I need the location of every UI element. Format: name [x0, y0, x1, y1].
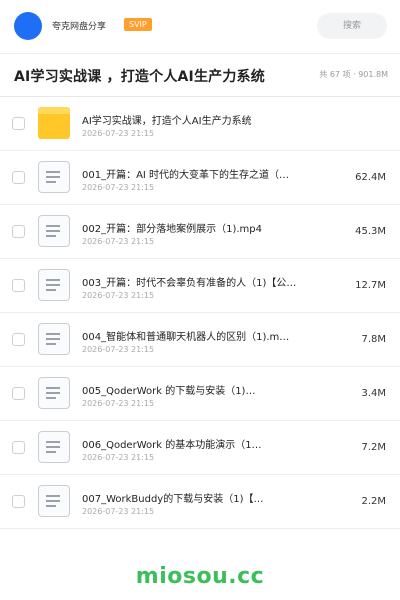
- document-icon: [38, 485, 70, 517]
- file-name: 006_QoderWork 的基本功能演示（1…: [82, 440, 262, 451]
- file-date: 2026-07-23 21:15: [82, 129, 155, 138]
- file-name: 001_开篇：AI 时代的大变革下的生存之道（…: [82, 170, 290, 181]
- svip-badge: SVIP: [124, 18, 152, 31]
- page-title: AI学习实战课 ，打造个人AI生产力系统: [14, 69, 265, 85]
- file-date: 2026-07-23 21:15: [82, 237, 155, 246]
- file-size: 7.8M: [361, 334, 386, 345]
- document-icon: [38, 215, 70, 247]
- list-item[interactable]: 004_智能体和普通聊天机器人的区别（1).m… 2026-07-23 21:1…: [0, 313, 400, 367]
- list-item[interactable]: 005_QoderWork 的下载与安装（1)… 2026-07-23 21:1…: [0, 367, 400, 421]
- document-icon: [38, 323, 70, 355]
- list-item[interactable]: 007_WorkBuddy的下载与安装（1)【… 2026-07-23 21:1…: [0, 475, 400, 529]
- file-list: AI学习实战课，打造个人AI生产力系统 2026-07-23 21:15 001…: [0, 97, 400, 529]
- list-item[interactable]: AI学习实战课，打造个人AI生产力系统 2026-07-23 21:15: [0, 97, 400, 151]
- file-date: 2026-07-23 21:15: [82, 507, 155, 516]
- file-size: 62.4M: [355, 172, 386, 183]
- checkbox[interactable]: [12, 117, 25, 130]
- checkbox[interactable]: [12, 171, 25, 184]
- avatar[interactable]: [14, 12, 42, 40]
- file-size: 2.2M: [361, 496, 386, 507]
- file-date: 2026-07-23 21:15: [82, 345, 155, 354]
- file-date: 2026-07-23 21:15: [82, 291, 155, 300]
- file-size: 45.3M: [355, 226, 386, 237]
- list-item[interactable]: 006_QoderWork 的基本功能演示（1… 2026-07-23 21:1…: [0, 421, 400, 475]
- file-date: 2026-07-23 21:15: [82, 453, 155, 462]
- checkbox[interactable]: [12, 333, 25, 346]
- watermark: miosou.cc: [135, 564, 265, 589]
- file-size: 12.7M: [355, 280, 386, 291]
- checkbox[interactable]: [12, 495, 25, 508]
- checkbox[interactable]: [12, 279, 25, 292]
- file-name: 005_QoderWork 的下载与安装（1)…: [82, 386, 256, 397]
- file-date: 2026-07-23 21:15: [82, 399, 155, 408]
- checkbox[interactable]: [12, 441, 25, 454]
- share-page: 夸克网盘分享 SVIP 搜索 AI学习实战课 ，打造个人AI生产力系统 共 67…: [0, 0, 400, 600]
- file-name: 002_开篇：部分落地案例展示（1).mp4: [82, 224, 262, 235]
- document-icon: [38, 269, 70, 301]
- list-item[interactable]: 003_开篇：时代不会辜负有准备的人（1)【公… 2026-07-23 21:1…: [0, 259, 400, 313]
- file-name: 007_WorkBuddy的下载与安装（1)【…: [82, 494, 264, 505]
- checkbox[interactable]: [12, 225, 25, 238]
- folder-icon: [38, 107, 70, 139]
- document-icon: [38, 431, 70, 463]
- list-item[interactable]: 001_开篇：AI 时代的大变革下的生存之道（… 2026-07-23 21:1…: [0, 151, 400, 205]
- title-row: AI学习实战课 ，打造个人AI生产力系统 共 67 项 · 901.8M: [0, 54, 400, 96]
- file-size: 7.2M: [361, 442, 386, 453]
- header: 夸克网盘分享 SVIP 搜索: [0, 0, 400, 54]
- file-name: AI学习实战课，打造个人AI生产力系统: [82, 116, 252, 127]
- item-summary: 共 67 项 · 901.8M: [319, 70, 388, 79]
- document-icon: [38, 161, 70, 193]
- search-input[interactable]: 搜索: [317, 13, 387, 39]
- file-name: 003_开篇：时代不会辜负有准备的人（1)【公…: [82, 278, 297, 289]
- document-icon: [38, 377, 70, 409]
- file-name: 004_智能体和普通聊天机器人的区别（1).m…: [82, 332, 290, 343]
- file-date: 2026-07-23 21:15: [82, 183, 155, 192]
- file-size: 3.4M: [361, 388, 386, 399]
- app-name: 夸克网盘分享: [52, 22, 107, 32]
- checkbox[interactable]: [12, 387, 25, 400]
- list-item[interactable]: 002_开篇：部分落地案例展示（1).mp4 2026-07-23 21:15 …: [0, 205, 400, 259]
